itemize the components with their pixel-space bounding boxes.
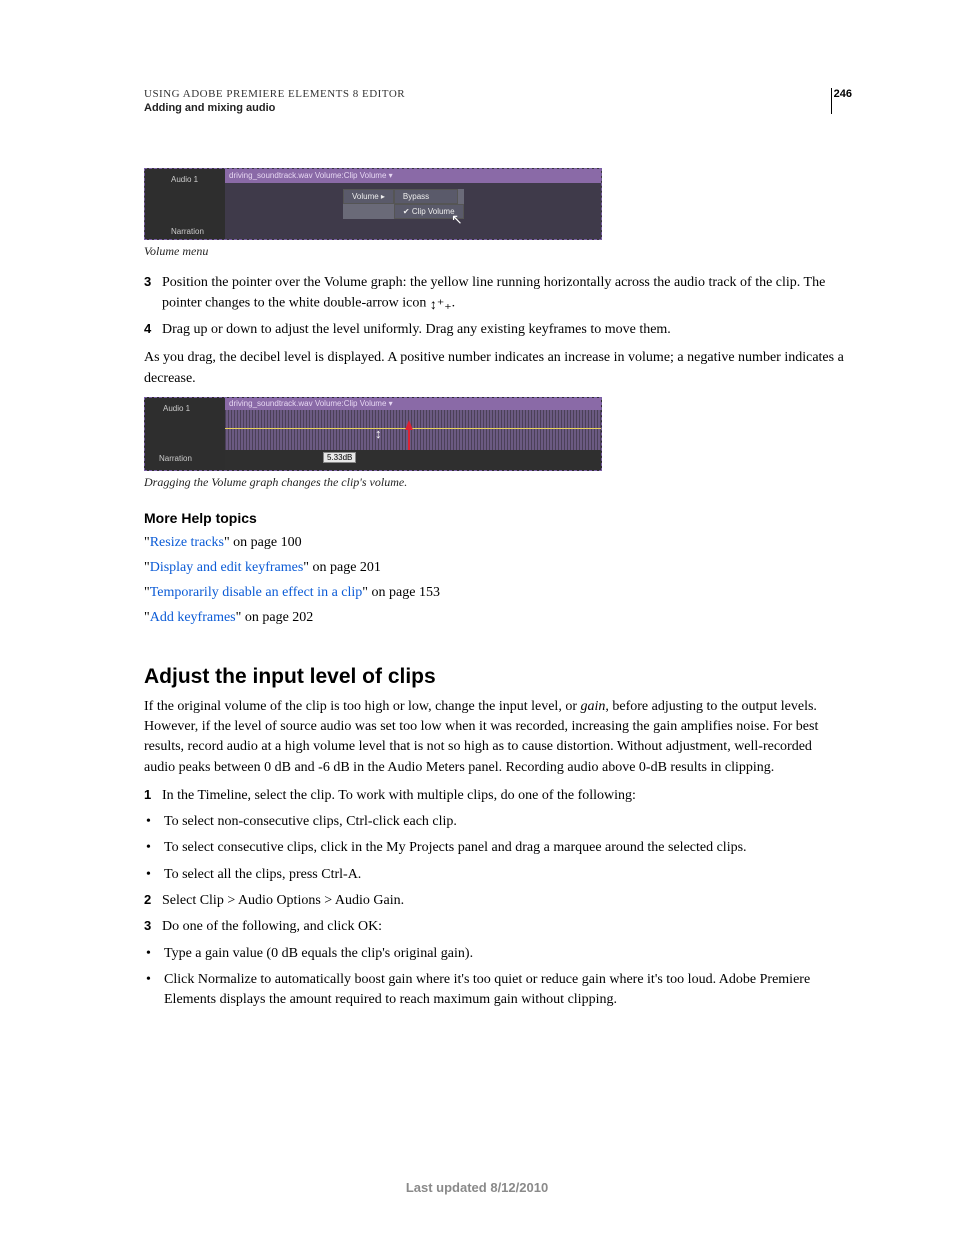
help-link[interactable]: Add keyframes (150, 610, 236, 625)
footer-last-updated: Last updated 8/12/2010 (0, 1180, 954, 1195)
figure-volume-menu: Audio 1 Narration driving_soundtrack.wav… (144, 168, 844, 240)
bullet-icon: • (144, 970, 164, 1011)
waveform (225, 410, 601, 450)
help-rest: " on page 202 (236, 610, 314, 625)
figure-caption-2: Dragging the Volume graph changes the cl… (144, 475, 844, 490)
bullet-icon: • (144, 865, 164, 885)
volume-line (225, 428, 601, 429)
track-header: Audio 1 Narration (145, 169, 225, 239)
step-number: 1 (144, 786, 162, 806)
content: Audio 1 Narration driving_soundtrack.wav… (144, 160, 844, 1016)
help-link[interactable]: Temporarily disable an effect in a clip (150, 585, 363, 600)
help-link[interactable]: Resize tracks (150, 535, 224, 550)
double-arrow-cursor-icon: ↕⁺₊ (430, 294, 452, 314)
page-header: USING ADOBE PREMIERE ELEMENTS 8 EDITOR A… (144, 88, 844, 114)
list-item: • Type a gain value (0 dB equals the cli… (144, 944, 844, 964)
paragraph-decibel: As you drag, the decibel level is displa… (144, 348, 844, 389)
clip-title: driving_soundtrack.wav Volume:Clip Volum… (225, 398, 601, 410)
drag-cursor-icon: ↕ (375, 426, 382, 441)
step-number: 4 (144, 320, 162, 340)
bullet-icon: • (144, 944, 164, 964)
page-number: 246 (834, 88, 852, 100)
bullet-icon: • (144, 838, 164, 858)
step-number: 3 (144, 917, 162, 937)
menu-item-clip-volume-label: Clip Volume (412, 207, 455, 216)
list-item: 1 In the Timeline, select the clip. To w… (144, 786, 844, 806)
context-menu: Volume ▸ Bypass Volume ▸ ✔ Clip Volume (343, 189, 464, 219)
screenshot-volume-menu: Audio 1 Narration driving_soundtrack.wav… (144, 168, 602, 240)
help-rest: " on page 100 (224, 535, 302, 550)
cursor-icon: ↖ (451, 211, 463, 228)
step3-text-a: Position the pointer over the Volume gra… (162, 275, 825, 311)
help-item: "Resize tracks" on page 100 (144, 530, 844, 555)
step-3: 3 Position the pointer over the Volume g… (144, 273, 844, 314)
figure-caption-1: Volume menu (144, 244, 844, 259)
list-item: • To select non-consecutive clips, Ctrl-… (144, 812, 844, 832)
list-item: • To select consecutive clips, click in … (144, 838, 844, 858)
list-item: 2 Select Clip > Audio Options > Audio Ga… (144, 891, 844, 911)
help-rest: " on page 153 (362, 585, 440, 600)
db-readout: 5.33dB (323, 452, 356, 463)
step-number: 3 (144, 273, 162, 314)
step-text: Do one of the following, and click OK: (162, 917, 844, 937)
step-text: In the Timeline, select the clip. To wor… (162, 786, 844, 806)
list-item: 3 Do one of the following, and click OK: (144, 917, 844, 937)
help-item: "Temporarily disable an effect in a clip… (144, 580, 844, 605)
step3-text-b: . (452, 296, 456, 311)
bullet-text: To select non-consecutive clips, Ctrl-cl… (164, 812, 457, 832)
step-text: Select Clip > Audio Options > Audio Gain… (162, 891, 844, 911)
page: USING ADOBE PREMIERE ELEMENTS 8 EDITOR A… (0, 0, 954, 1235)
step-number: 2 (144, 891, 162, 911)
bullet-text: Type a gain value (0 dB equals the clip'… (164, 944, 473, 964)
clip-title: driving_soundtrack.wav Volume:Clip Volum… (225, 169, 601, 183)
help-link[interactable]: Display and edit keyframes (150, 560, 304, 575)
track-label-narration: Narration (171, 227, 204, 236)
more-help-heading: More Help topics (144, 510, 844, 526)
step-4: 4 Drag up or down to adjust the level un… (144, 320, 844, 340)
track-label-narration: Narration (159, 454, 192, 463)
intro-gain: gain (581, 699, 606, 714)
track-label-audio: Audio 1 (171, 175, 198, 184)
bullet-text: To select consecutive clips, click in th… (164, 838, 747, 858)
section2-intro: If the original volume of the clip is to… (144, 697, 844, 778)
bullet-icon: • (144, 812, 164, 832)
help-rest: " on page 201 (303, 560, 381, 575)
track-header: Audio 1 Narration (145, 398, 225, 470)
header-title: USING ADOBE PREMIERE ELEMENTS 8 EDITOR (144, 88, 844, 100)
red-arrow-icon (405, 420, 413, 430)
track-label-audio: Audio 1 (163, 404, 190, 413)
menu-item-volume: Volume ▸ (343, 189, 394, 204)
help-item: "Display and edit keyframes" on page 201 (144, 555, 844, 580)
red-stem (408, 430, 410, 450)
header-subtitle: Adding and mixing audio (144, 102, 844, 114)
screenshot-dragging-volume: Audio 1 Narration driving_soundtrack.wav… (144, 397, 602, 471)
menu-item-bypass: Bypass (394, 189, 458, 204)
intro-a: If the original volume of the clip is to… (144, 699, 581, 714)
section-heading-adjust-input: Adjust the input level of clips (144, 665, 844, 689)
bullet-text: To select all the clips, press Ctrl-A. (164, 865, 361, 885)
figure-dragging-volume: Audio 1 Narration driving_soundtrack.wav… (144, 397, 844, 471)
list-item: • Click Normalize to automatically boost… (144, 970, 844, 1011)
bullet-text: Click Normalize to automatically boost g… (164, 970, 844, 1011)
step-text: Position the pointer over the Volume gra… (162, 273, 844, 314)
list-item: • To select all the clips, press Ctrl-A. (144, 865, 844, 885)
help-item: "Add keyframes" on page 202 (144, 605, 844, 630)
step-text: Drag up or down to adjust the level unif… (162, 320, 844, 340)
header-divider (831, 88, 832, 114)
